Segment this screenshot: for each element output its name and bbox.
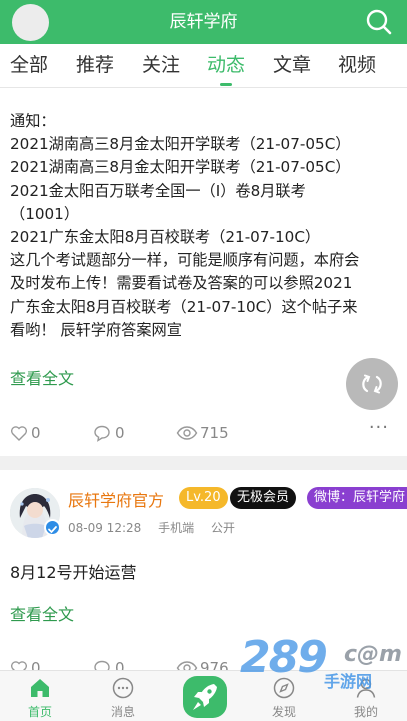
rocket-icon <box>193 684 217 710</box>
refresh-icon <box>362 374 382 394</box>
nav-home-label: 首页 <box>27 705 52 719</box>
post-line: 2021湖南高三8月金太阳开学联考（21-07-05C） <box>10 135 351 154</box>
nav-discover-label: 发现 <box>271 705 296 719</box>
heart-icon <box>10 426 28 441</box>
eye-icon <box>176 426 198 440</box>
read-more-link[interactable]: 查看全文 <box>10 601 74 625</box>
like-count: 0 <box>31 424 41 442</box>
post-body: 通知： 2021湖南高三8月金太阳开学联考（21-07-05C） 2021湖南高… <box>10 110 400 342</box>
post-body: 8月12号开始运营 <box>10 563 137 582</box>
post-line: 广东金太阳8月百校联考（21-07-10C）这个帖子来 <box>10 297 358 316</box>
watermark-subtitle: 手游网 <box>324 672 373 691</box>
category-tabs: 全部 推荐 关注 动态 文章 视频 ⋮ <box>0 44 407 119</box>
post-line: 通知： <box>10 112 56 130</box>
tab-following[interactable]: 关注 <box>142 44 180 88</box>
author-name[interactable]: 辰轩学府官方 <box>68 487 164 511</box>
comment-button[interactable]: 0 <box>93 421 133 445</box>
app-header: 辰轩学府 <box>0 0 407 44</box>
tab-all[interactable]: 全部 <box>10 44 48 88</box>
post-line: 看哟！ 辰轩学府答案网宣 <box>10 320 182 339</box>
post-line: 2021金太阳百万联考全国一（I）卷8月联考 <box>10 181 306 200</box>
post-line: 2021湖南高三8月金太阳开学联考（21-07-05C） <box>10 158 351 177</box>
post-line: 2021广东金太阳8月百校联考（21-07-10C） <box>10 228 321 247</box>
read-more-link[interactable]: 查看全文 <box>10 365 74 389</box>
post-card[interactable]: 通知： 2021湖南高三8月金太阳开学联考（21-07-05C） 2021湖南高… <box>0 88 407 456</box>
nav-messages-label: 消息 <box>110 705 135 719</box>
watermark-domain: c@m <box>344 642 402 667</box>
comment-icon <box>94 425 110 442</box>
publish-button[interactable] <box>183 676 227 718</box>
weibo-badge[interactable]: 微博：辰轩学府 <box>307 487 407 509</box>
nav-profile-label: 我的 <box>353 705 378 719</box>
verified-badge-icon <box>44 519 61 536</box>
more-options-button[interactable]: ··· <box>369 419 389 445</box>
views-counter: 715 <box>176 421 236 445</box>
view-count: 715 <box>200 424 229 442</box>
vip-badge: 无极会员 <box>230 487 297 509</box>
like-button[interactable]: 0 <box>10 421 50 445</box>
tab-feed[interactable]: 动态 <box>207 44 245 88</box>
search-icon[interactable] <box>365 8 393 36</box>
comment-count: 0 <box>115 424 125 442</box>
tab-articles[interactable]: 文章 <box>273 44 311 88</box>
site-watermark-logo: 289 c@m 手游网 <box>240 632 402 691</box>
message-icon <box>112 677 134 699</box>
post-line: （1001） <box>10 204 80 223</box>
post-line: 及时发布上传！需要看试卷及答案的可以参照2021 <box>10 274 353 293</box>
tab-recommend[interactable]: 推荐 <box>76 44 114 88</box>
post-visibility: 公开 <box>210 521 235 535</box>
level-badge: Lv.20 <box>179 487 228 509</box>
post-device: 手机端 <box>158 521 195 535</box>
nav-home[interactable]: 首页 <box>10 671 70 721</box>
home-icon <box>31 679 49 697</box>
tab-videos[interactable]: 视频 <box>338 44 376 88</box>
refresh-float-button[interactable] <box>346 358 398 410</box>
post-actions: 0 0 715 ··· <box>0 419 407 445</box>
post-date: 08-09 12:28 <box>68 521 142 535</box>
app-title: 辰轩学府 <box>169 12 238 32</box>
post-meta: 08-09 12:28 手机端 公开 <box>68 519 248 536</box>
nav-messages[interactable]: 消息 <box>93 671 153 721</box>
watermark-brand: 289 <box>240 632 328 683</box>
post-line: 这几个考试题部分一样，可能是顺序有问题，本府会 <box>10 251 360 270</box>
